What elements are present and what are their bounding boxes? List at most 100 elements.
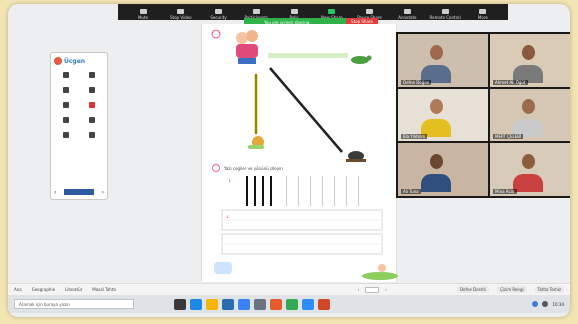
status-item[interactable]: Defne Dershi <box>456 286 490 293</box>
shield-icon <box>215 9 223 14</box>
logo-icon <box>54 57 62 65</box>
microphone-icon <box>139 9 147 14</box>
more-icon <box>479 9 487 14</box>
drawing-tools-panel: Ücgen ‹ › <box>50 52 108 200</box>
brush-icon <box>89 72 95 78</box>
participant-tile[interactable]: Mina Acar <box>490 143 570 196</box>
participant-tile[interactable]: MERT ÇELEBİ <box>490 88 570 142</box>
remote-control-button[interactable]: Remote Control <box>428 4 462 20</box>
system-tray: 10:34 <box>532 301 564 307</box>
prev-page-icon[interactable]: ‹ <box>54 189 56 196</box>
mute-button[interactable]: Mute <box>126 4 160 20</box>
status-item[interactable]: Literatür <box>65 287 82 292</box>
volume-icon[interactable] <box>542 301 549 307</box>
office-icon[interactable] <box>270 298 282 310</box>
brush-tool[interactable] <box>80 72 104 85</box>
stop-video-button[interactable]: Stop Video <box>164 4 198 20</box>
taskbar-search-input[interactable]: Aramak için buraya yazın <box>14 299 134 309</box>
participant-tile[interactable]: Ali Tuna <box>398 143 488 196</box>
powerpoint-icon[interactable] <box>318 298 330 310</box>
security-button[interactable]: Security <box>202 4 236 20</box>
participant-name: Ela Yıldırım <box>401 134 428 140</box>
settings-icon[interactable] <box>254 298 266 310</box>
status-item[interactable]: Masal Tahta <box>92 287 116 292</box>
participant-name: MERT ÇELEBİ <box>493 134 524 140</box>
clock[interactable]: 10:34 <box>552 302 564 307</box>
participant-video <box>430 44 444 60</box>
zoom-app-icon[interactable] <box>302 298 314 310</box>
prev-page-icon[interactable]: ‹ <box>358 287 360 292</box>
annotate-button[interactable]: Annotate <box>390 4 424 20</box>
mail-icon[interactable] <box>222 298 234 310</box>
remote-control-label: Remote Control <box>429 15 461 20</box>
children-illustration <box>236 30 258 64</box>
windows-taskbar: Aramak için buraya yazın 10:34 <box>8 295 570 313</box>
status-item[interactable]: Çizim Rengi <box>497 286 527 293</box>
text-tool[interactable] <box>54 102 78 115</box>
delete-tool[interactable] <box>80 117 104 130</box>
remote-control-icon <box>441 9 449 14</box>
chrome-icon[interactable] <box>286 298 298 310</box>
store-icon[interactable] <box>238 298 250 310</box>
next-page-icon[interactable]: › <box>385 287 387 292</box>
row-marker-2: ↓ <box>226 214 229 219</box>
participant-gallery: Defne Doğan Ahmet Ali Öğüt Ela Yıldırım … <box>396 32 570 198</box>
status-item[interactable]: Geographie <box>32 287 55 292</box>
mute-label: Mute <box>137 15 148 20</box>
tool-grid <box>54 72 104 145</box>
logo-wordmark: Ücgen <box>64 57 86 65</box>
pencil-icon <box>403 9 411 14</box>
participant-video <box>522 153 536 169</box>
color-tool[interactable] <box>80 102 104 115</box>
pause-icon <box>366 9 374 14</box>
diagonal-trace-line <box>269 67 343 153</box>
grass-decoration <box>362 264 398 280</box>
next-page-icon[interactable]: › <box>102 189 104 196</box>
video-camera-icon <box>177 9 185 14</box>
exercise-number-badge-2 <box>212 164 220 172</box>
participant-tile[interactable]: Ahmet Ali Öğüt <box>490 34 570 87</box>
zoom-tool[interactable] <box>54 132 78 145</box>
more-button[interactable]: More <box>466 4 500 20</box>
task-view-icon[interactable] <box>174 298 186 310</box>
participant-video <box>430 153 444 169</box>
zoom-icon <box>63 132 69 138</box>
participant-video <box>430 99 444 115</box>
undo-tool[interactable] <box>54 117 78 130</box>
shape-tool[interactable] <box>80 87 104 100</box>
edge-browser-icon[interactable] <box>190 298 202 310</box>
page-controls: ‹ › <box>358 286 387 293</box>
page-number-badge <box>214 262 232 274</box>
mole-illustration <box>346 151 366 162</box>
status-left-items: Ana Geographie Literatür Masal Tahta <box>14 287 358 292</box>
worksheet-canvas: Yazı ceğiler ve yönünü izleyin ↓ ↓ <box>211 29 398 280</box>
pen-tool[interactable] <box>54 72 78 85</box>
participant-tile[interactable]: Defne Doğan <box>398 34 488 87</box>
exercise-number-badge <box>211 29 221 39</box>
app-logo: Ücgen <box>54 56 104 66</box>
shape-icon <box>89 87 95 93</box>
worksheet-instruction: Yazı ceğiler ve yönünü izleyin <box>223 166 283 171</box>
participant-video <box>522 99 536 115</box>
highlighter-tool[interactable] <box>54 87 78 100</box>
row-marker: ↓ <box>228 178 231 183</box>
tracing-bars <box>246 176 359 206</box>
participant-name: Ali Tuna <box>401 189 421 194</box>
move-tool[interactable] <box>80 132 104 145</box>
page-input[interactable] <box>365 286 380 293</box>
page-indicator <box>64 189 94 195</box>
app-status-bar: Ana Geographie Literatür Masal Tahta ‹ ›… <box>8 283 570 295</box>
share-screen-icon <box>328 9 336 14</box>
participant-tile[interactable]: Ela Yıldırım <box>398 88 488 142</box>
file-explorer-icon[interactable] <box>206 298 218 310</box>
desktop-window: Mute Stop Video Security Participants Po… <box>8 4 570 317</box>
network-icon[interactable] <box>532 301 539 307</box>
pen-icon <box>63 72 69 78</box>
undo-icon <box>63 117 69 123</box>
turtle-illustration <box>351 55 372 64</box>
annotate-label: Annotate <box>398 15 417 20</box>
status-item[interactable]: Ana <box>14 287 22 292</box>
status-item[interactable]: Tahta Temiz <box>534 286 564 293</box>
trash-icon <box>89 117 95 123</box>
move-icon <box>89 132 95 138</box>
